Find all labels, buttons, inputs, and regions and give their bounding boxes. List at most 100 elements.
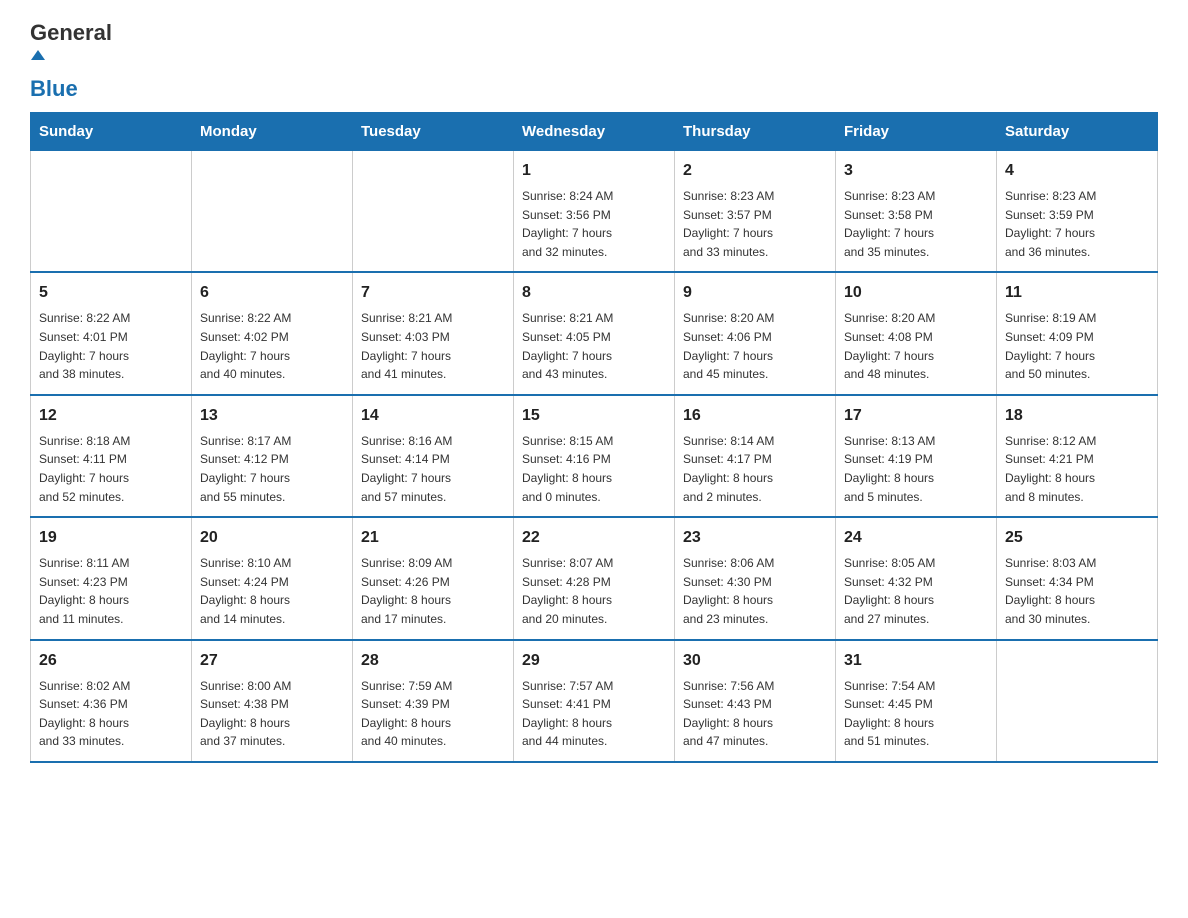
day-number: 7 xyxy=(361,281,505,305)
day-info: Sunrise: 8:00 AM Sunset: 4:38 PM Dayligh… xyxy=(200,677,344,751)
day-number: 15 xyxy=(522,404,666,428)
day-info: Sunrise: 7:59 AM Sunset: 4:39 PM Dayligh… xyxy=(361,677,505,751)
day-info: Sunrise: 8:14 AM Sunset: 4:17 PM Dayligh… xyxy=(683,432,827,506)
calendar-day-cell xyxy=(997,640,1158,762)
day-number: 10 xyxy=(844,281,988,305)
day-info: Sunrise: 8:23 AM Sunset: 3:58 PM Dayligh… xyxy=(844,187,988,261)
calendar-day-cell xyxy=(353,151,514,273)
calendar-day-header: Thursday xyxy=(675,113,836,151)
calendar-day-header: Monday xyxy=(192,113,353,151)
day-number: 17 xyxy=(844,404,988,428)
day-info: Sunrise: 8:18 AM Sunset: 4:11 PM Dayligh… xyxy=(39,432,183,506)
calendar-day-cell: 26 Sunrise: 8:02 AM Sunset: 4:36 PM Dayli… xyxy=(31,640,192,762)
day-info: Sunrise: 8:03 AM Sunset: 4:34 PM Dayligh… xyxy=(1005,554,1149,628)
day-info: Sunrise: 8:13 AM Sunset: 4:19 PM Dayligh… xyxy=(844,432,988,506)
day-number: 25 xyxy=(1005,526,1149,550)
calendar-day-cell: 6Sunrise: 8:22 AM Sunset: 4:02 PM Daylig… xyxy=(192,272,353,394)
calendar-day-cell: 23 Sunrise: 8:06 AM Sunset: 4:30 PM Dayli… xyxy=(675,517,836,639)
day-info: Sunrise: 8:20 AM Sunset: 4:08 PM Dayligh… xyxy=(844,309,988,383)
calendar-day-cell: 20 Sunrise: 8:10 AM Sunset: 4:24 PM Dayli… xyxy=(192,517,353,639)
calendar-day-cell: 25 Sunrise: 8:03 AM Sunset: 4:34 PM Dayli… xyxy=(997,517,1158,639)
day-info: Sunrise: 8:21 AM Sunset: 4:05 PM Dayligh… xyxy=(522,309,666,383)
day-number: 3 xyxy=(844,159,988,183)
day-info: Sunrise: 8:22 AM Sunset: 4:01 PM Dayligh… xyxy=(39,309,183,383)
day-number: 5 xyxy=(39,281,183,305)
calendar-day-cell: 28 Sunrise: 7:59 AM Sunset: 4:39 PM Dayli… xyxy=(353,640,514,762)
day-number: 19 xyxy=(39,526,183,550)
calendar-day-cell: 22 Sunrise: 8:07 AM Sunset: 4:28 PM Dayli… xyxy=(514,517,675,639)
day-info: Sunrise: 8:21 AM Sunset: 4:03 PM Dayligh… xyxy=(361,309,505,383)
logo: General Blue xyxy=(30,20,112,102)
day-number: 9 xyxy=(683,281,827,305)
calendar-day-cell xyxy=(31,151,192,273)
day-number: 20 xyxy=(200,526,344,550)
calendar-day-cell: 15Sunrise: 8:15 AM Sunset: 4:16 PM Dayli… xyxy=(514,395,675,517)
calendar-day-header: Sunday xyxy=(31,113,192,151)
calendar-header-row: SundayMondayTuesdayWednesdayThursdayFrid… xyxy=(31,113,1158,151)
day-info: Sunrise: 8:16 AM Sunset: 4:14 PM Dayligh… xyxy=(361,432,505,506)
day-info: Sunrise: 8:09 AM Sunset: 4:26 PM Dayligh… xyxy=(361,554,505,628)
day-info: Sunrise: 8:02 AM Sunset: 4:36 PM Dayligh… xyxy=(39,677,183,751)
calendar-day-header: Saturday xyxy=(997,113,1158,151)
day-info: Sunrise: 7:57 AM Sunset: 4:41 PM Dayligh… xyxy=(522,677,666,751)
day-number: 11 xyxy=(1005,281,1149,305)
day-info: Sunrise: 8:07 AM Sunset: 4:28 PM Dayligh… xyxy=(522,554,666,628)
day-number: 22 xyxy=(522,526,666,550)
day-number: 26 xyxy=(39,649,183,673)
calendar-day-cell: 1 Sunrise: 8:24 AM Sunset: 3:56 PM Daylig… xyxy=(514,151,675,273)
day-number: 31 xyxy=(844,649,988,673)
calendar-week-row: 12Sunrise: 8:18 AM Sunset: 4:11 PM Dayli… xyxy=(31,395,1158,517)
day-number: 28 xyxy=(361,649,505,673)
day-number: 4 xyxy=(1005,159,1149,183)
day-info: Sunrise: 8:06 AM Sunset: 4:30 PM Dayligh… xyxy=(683,554,827,628)
calendar-day-cell: 24 Sunrise: 8:05 AM Sunset: 4:32 PM Dayli… xyxy=(836,517,997,639)
day-number: 29 xyxy=(522,649,666,673)
calendar-day-cell: 18 Sunrise: 8:12 AM Sunset: 4:21 PM Dayli… xyxy=(997,395,1158,517)
day-number: 2 xyxy=(683,159,827,183)
calendar-day-cell: 16 Sunrise: 8:14 AM Sunset: 4:17 PM Dayli… xyxy=(675,395,836,517)
page-header: General Blue xyxy=(30,20,1158,102)
calendar-week-row: 26 Sunrise: 8:02 AM Sunset: 4:36 PM Dayli… xyxy=(31,640,1158,762)
calendar-week-row: 19Sunrise: 8:11 AM Sunset: 4:23 PM Dayli… xyxy=(31,517,1158,639)
calendar-day-cell: 8 Sunrise: 8:21 AM Sunset: 4:05 PM Daylig… xyxy=(514,272,675,394)
logo-general-text: General xyxy=(30,20,112,46)
day-number: 23 xyxy=(683,526,827,550)
day-info: Sunrise: 8:23 AM Sunset: 3:57 PM Dayligh… xyxy=(683,187,827,261)
calendar-day-cell: 2 Sunrise: 8:23 AM Sunset: 3:57 PM Daylig… xyxy=(675,151,836,273)
day-number: 14 xyxy=(361,404,505,428)
day-number: 24 xyxy=(844,526,988,550)
logo-blue-text: Blue xyxy=(30,76,78,102)
day-number: 30 xyxy=(683,649,827,673)
day-number: 1 xyxy=(522,159,666,183)
calendar-week-row: 1 Sunrise: 8:24 AM Sunset: 3:56 PM Daylig… xyxy=(31,151,1158,273)
day-number: 8 xyxy=(522,281,666,305)
calendar-day-cell xyxy=(192,151,353,273)
day-info: Sunrise: 8:12 AM Sunset: 4:21 PM Dayligh… xyxy=(1005,432,1149,506)
calendar-day-cell: 12Sunrise: 8:18 AM Sunset: 4:11 PM Dayli… xyxy=(31,395,192,517)
calendar-day-cell: 31Sunrise: 7:54 AM Sunset: 4:45 PM Dayli… xyxy=(836,640,997,762)
calendar-day-cell: 19Sunrise: 8:11 AM Sunset: 4:23 PM Dayli… xyxy=(31,517,192,639)
calendar-day-cell: 11Sunrise: 8:19 AM Sunset: 4:09 PM Dayli… xyxy=(997,272,1158,394)
day-number: 13 xyxy=(200,404,344,428)
calendar-day-header: Wednesday xyxy=(514,113,675,151)
calendar-day-cell: 7 Sunrise: 8:21 AM Sunset: 4:03 PM Daylig… xyxy=(353,272,514,394)
day-number: 6 xyxy=(200,281,344,305)
calendar-day-cell: 14 Sunrise: 8:16 AM Sunset: 4:14 PM Dayli… xyxy=(353,395,514,517)
day-info: Sunrise: 8:24 AM Sunset: 3:56 PM Dayligh… xyxy=(522,187,666,261)
day-info: Sunrise: 8:17 AM Sunset: 4:12 PM Dayligh… xyxy=(200,432,344,506)
calendar-day-cell: 17 Sunrise: 8:13 AM Sunset: 4:19 PM Dayli… xyxy=(836,395,997,517)
day-info: Sunrise: 8:10 AM Sunset: 4:24 PM Dayligh… xyxy=(200,554,344,628)
calendar-day-cell: 13 Sunrise: 8:17 AM Sunset: 4:12 PM Dayli… xyxy=(192,395,353,517)
calendar-day-cell: 9 Sunrise: 8:20 AM Sunset: 4:06 PM Daylig… xyxy=(675,272,836,394)
day-number: 27 xyxy=(200,649,344,673)
day-number: 18 xyxy=(1005,404,1149,428)
day-info: Sunrise: 8:05 AM Sunset: 4:32 PM Dayligh… xyxy=(844,554,988,628)
day-number: 16 xyxy=(683,404,827,428)
calendar-week-row: 5 Sunrise: 8:22 AM Sunset: 4:01 PM Daylig… xyxy=(31,272,1158,394)
calendar-day-cell: 3 Sunrise: 8:23 AM Sunset: 3:58 PM Daylig… xyxy=(836,151,997,273)
calendar-day-cell: 27 Sunrise: 8:00 AM Sunset: 4:38 PM Dayli… xyxy=(192,640,353,762)
day-number: 21 xyxy=(361,526,505,550)
logo-triangle-icon xyxy=(31,48,45,62)
calendar-day-header: Tuesday xyxy=(353,113,514,151)
day-info: Sunrise: 8:20 AM Sunset: 4:06 PM Dayligh… xyxy=(683,309,827,383)
